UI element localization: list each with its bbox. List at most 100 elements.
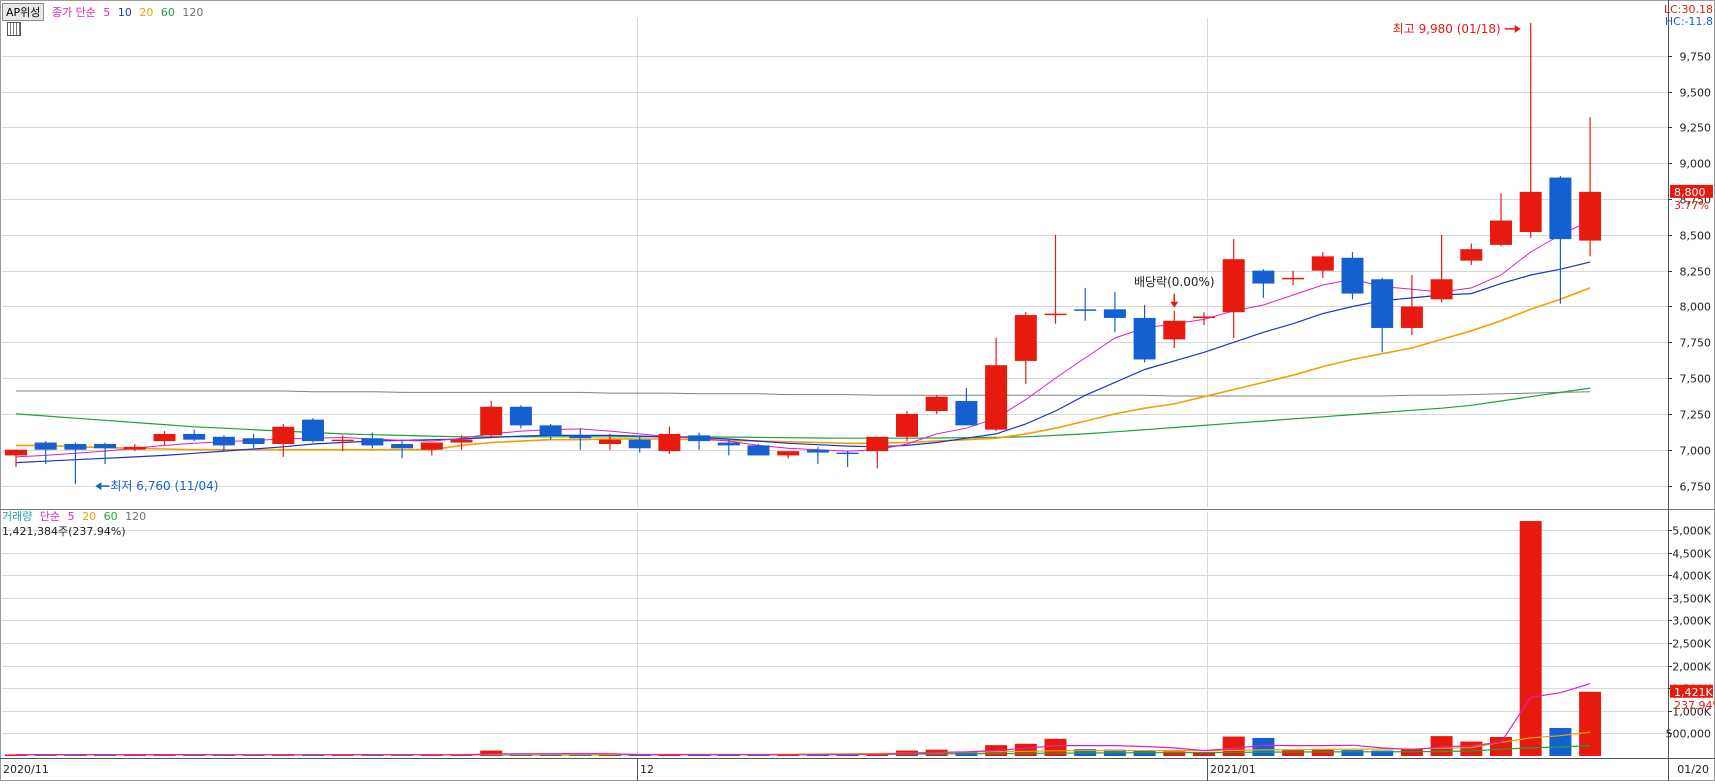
volume-ma-label[interactable]: 단순 xyxy=(40,510,60,523)
candle-body xyxy=(688,435,711,442)
candle-body xyxy=(985,365,1008,430)
candle-body xyxy=(539,425,562,436)
candle-body xyxy=(391,443,414,449)
low-price-annotation: 최저 6,760 (11/04) xyxy=(110,479,218,493)
volume-ma-period-5[interactable]: 5 xyxy=(68,510,75,523)
candle-body xyxy=(1371,279,1394,328)
candle-body xyxy=(183,433,206,440)
stock-name-tag[interactable]: AP위성 xyxy=(2,3,45,21)
volume-label[interactable]: 거래량 xyxy=(2,510,32,523)
price-tick-label: 7,500 xyxy=(1680,373,1712,386)
candle-body xyxy=(1460,249,1483,261)
hc-value: HC:-11.8 xyxy=(1664,15,1713,28)
last-volume-value: 1,421K xyxy=(1674,686,1713,699)
price-tick-label: 8,000 xyxy=(1680,301,1712,314)
candle-body xyxy=(123,446,146,450)
volume-tick-label: 2,500K xyxy=(1672,638,1711,651)
price-tick-label: 7,250 xyxy=(1680,409,1712,422)
volume-legend: 거래량 단순 5 20 60 120 xyxy=(2,508,150,524)
volume-bar xyxy=(1282,750,1305,756)
x-label-dec: 12 xyxy=(640,763,654,776)
candle-body xyxy=(717,442,740,446)
candle-body xyxy=(806,449,829,453)
candle-body xyxy=(1579,191,1602,241)
volume-tick-label: 3,500K xyxy=(1672,593,1711,606)
candle-body xyxy=(599,439,621,444)
candle-body xyxy=(925,396,948,412)
candle-body xyxy=(1163,320,1186,340)
candle-body xyxy=(212,436,235,446)
price-ma-period-5[interactable]: 5 xyxy=(103,6,110,19)
volume-bar xyxy=(1311,749,1334,756)
candle-body xyxy=(658,433,681,452)
price-tick-label: 9,250 xyxy=(1680,122,1712,135)
volume-tick-label: 3,000K xyxy=(1672,615,1711,628)
price-tick-label: 8,250 xyxy=(1680,266,1712,279)
candle-body xyxy=(1430,279,1453,300)
volume-bar xyxy=(1549,727,1572,756)
price-panel: 최고 9,980 (01/18) 최저 6,760 (11/04) 배당락(0.00… xyxy=(2,18,1668,507)
price-ma-period-20[interactable]: 20 xyxy=(139,6,153,19)
candle-body xyxy=(272,426,295,444)
candle-body xyxy=(420,442,443,450)
candle-body xyxy=(1490,220,1512,245)
candle-body xyxy=(509,406,532,426)
price-ma-period-60[interactable]: 60 xyxy=(161,6,175,19)
price-tick-label: 8,500 xyxy=(1680,230,1712,243)
volume-tick-label: 4,000K xyxy=(1672,570,1711,583)
candle-body xyxy=(836,452,859,455)
candle-body xyxy=(1341,257,1364,294)
candle-body xyxy=(955,401,978,426)
price-ma-label[interactable]: 종가 단순 xyxy=(52,6,96,19)
candle-body xyxy=(153,433,176,442)
x-label-last: 01/20 xyxy=(1677,763,1709,776)
candle-body xyxy=(1074,309,1097,311)
volume-ma-period-120[interactable]: 120 xyxy=(125,510,146,523)
last-price-value: 8,800 xyxy=(1674,186,1706,199)
candle-body xyxy=(569,435,592,439)
candle-body xyxy=(94,443,117,449)
candle-body xyxy=(361,438,384,446)
price-tick-label: 9,500 xyxy=(1680,87,1712,100)
price-ma120-line xyxy=(16,390,1591,397)
volume-tick-label: 2,000K xyxy=(1672,661,1711,674)
candle-body xyxy=(1193,316,1215,318)
volume-bar xyxy=(1252,737,1275,756)
candle-body xyxy=(5,449,27,456)
candle-body xyxy=(1282,277,1305,280)
candle-body xyxy=(450,439,473,443)
candle-body xyxy=(628,439,651,449)
candle-body xyxy=(1103,309,1126,318)
ex-dividend-annotation: 배당락(0.00%) xyxy=(1134,275,1215,289)
volume-bar xyxy=(1519,521,1542,756)
candle-body xyxy=(1400,306,1423,328)
volume-bar xyxy=(1490,737,1512,756)
last-price-change: 3.77% xyxy=(1674,199,1709,212)
candle-body xyxy=(1519,191,1542,232)
volume-bar xyxy=(1460,741,1483,756)
candle-body xyxy=(1252,270,1275,284)
candle-body xyxy=(1222,259,1245,313)
candle-body xyxy=(1549,177,1572,240)
price-ma-period-10[interactable]: 10 xyxy=(118,6,132,19)
candle-body xyxy=(480,406,503,436)
candle-body xyxy=(1014,315,1037,361)
price-ma5-line xyxy=(15,220,1591,458)
volume-ma-period-60[interactable]: 60 xyxy=(104,510,118,523)
candle-body xyxy=(747,445,770,456)
volume-tick-label: 500,000 xyxy=(1666,728,1712,741)
volume-bar xyxy=(1222,736,1245,756)
candle-body xyxy=(302,419,324,442)
candle-body xyxy=(1044,313,1067,316)
low-arrow-head xyxy=(95,482,102,491)
price-tick-label: 6,750 xyxy=(1680,481,1712,494)
volume-ma5-line xyxy=(16,683,1591,756)
volume-panel xyxy=(2,512,1668,756)
high-arrow-head xyxy=(1514,24,1521,33)
candle-body xyxy=(1311,256,1334,271)
price-ma-period-120[interactable]: 120 xyxy=(182,6,203,19)
calendar-icon[interactable] xyxy=(7,22,21,36)
candle-body xyxy=(896,413,918,437)
price-tick-label: 9,750 xyxy=(1680,51,1712,64)
volume-ma-period-20[interactable]: 20 xyxy=(82,510,96,523)
